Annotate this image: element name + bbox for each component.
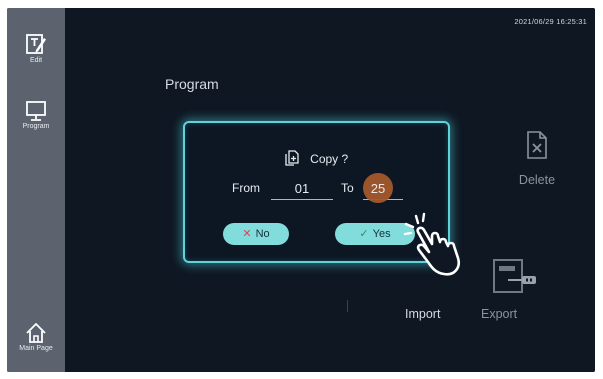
copy-range-row: From 01 To 25 [185,173,448,203]
home-icon [26,323,46,343]
yes-label: Yes [372,228,391,240]
import-button[interactable]: Import [405,307,440,321]
page-title: Program [165,76,219,92]
tapping-hand-icon [403,212,460,276]
usb-export-icon [493,259,536,293]
to-value: 25 [370,181,386,196]
export-button[interactable]: Export [481,307,517,321]
sidebar-item-edit[interactable]: Edit [7,32,65,64]
x-icon: ✕ [242,228,252,240]
main-area: 2021/06/29 16:25:31 Program Delete Impor… [65,8,595,372]
dialog-title-row: Copy ? [185,150,448,166]
datetime: 2021/06/29 16:25:31 [514,17,587,26]
sidebar: Edit Program Main Page [7,8,65,372]
monitor-icon [26,101,46,121]
no-label: No [255,228,270,240]
check-icon: ✓ [359,228,369,240]
device-screen: Edit Program Main Page 2021/06/29 16:25:… [7,8,595,372]
dialog-title: Copy ? [310,152,349,166]
from-field[interactable]: 01 [271,178,333,200]
to-field[interactable]: 25 [363,173,403,203]
edit-icon [26,34,46,54]
copy-icon [285,150,299,166]
sidebar-item-label: Main Page [19,345,53,352]
divider [347,300,348,312]
delete-label: Delete [518,173,556,187]
sidebar-item-program[interactable]: Program [7,100,65,130]
sidebar-item-label: Program [22,123,50,130]
to-label: To [341,181,354,195]
sidebar-item-label: Edit [29,57,43,64]
from-label: From [232,181,260,195]
delete-file-icon [527,131,547,159]
sidebar-item-main-page[interactable]: Main Page [7,322,65,352]
export-icon-tile[interactable] [485,258,541,299]
delete-tile[interactable]: Delete [507,130,567,187]
no-button[interactable]: ✕ No [223,223,289,245]
